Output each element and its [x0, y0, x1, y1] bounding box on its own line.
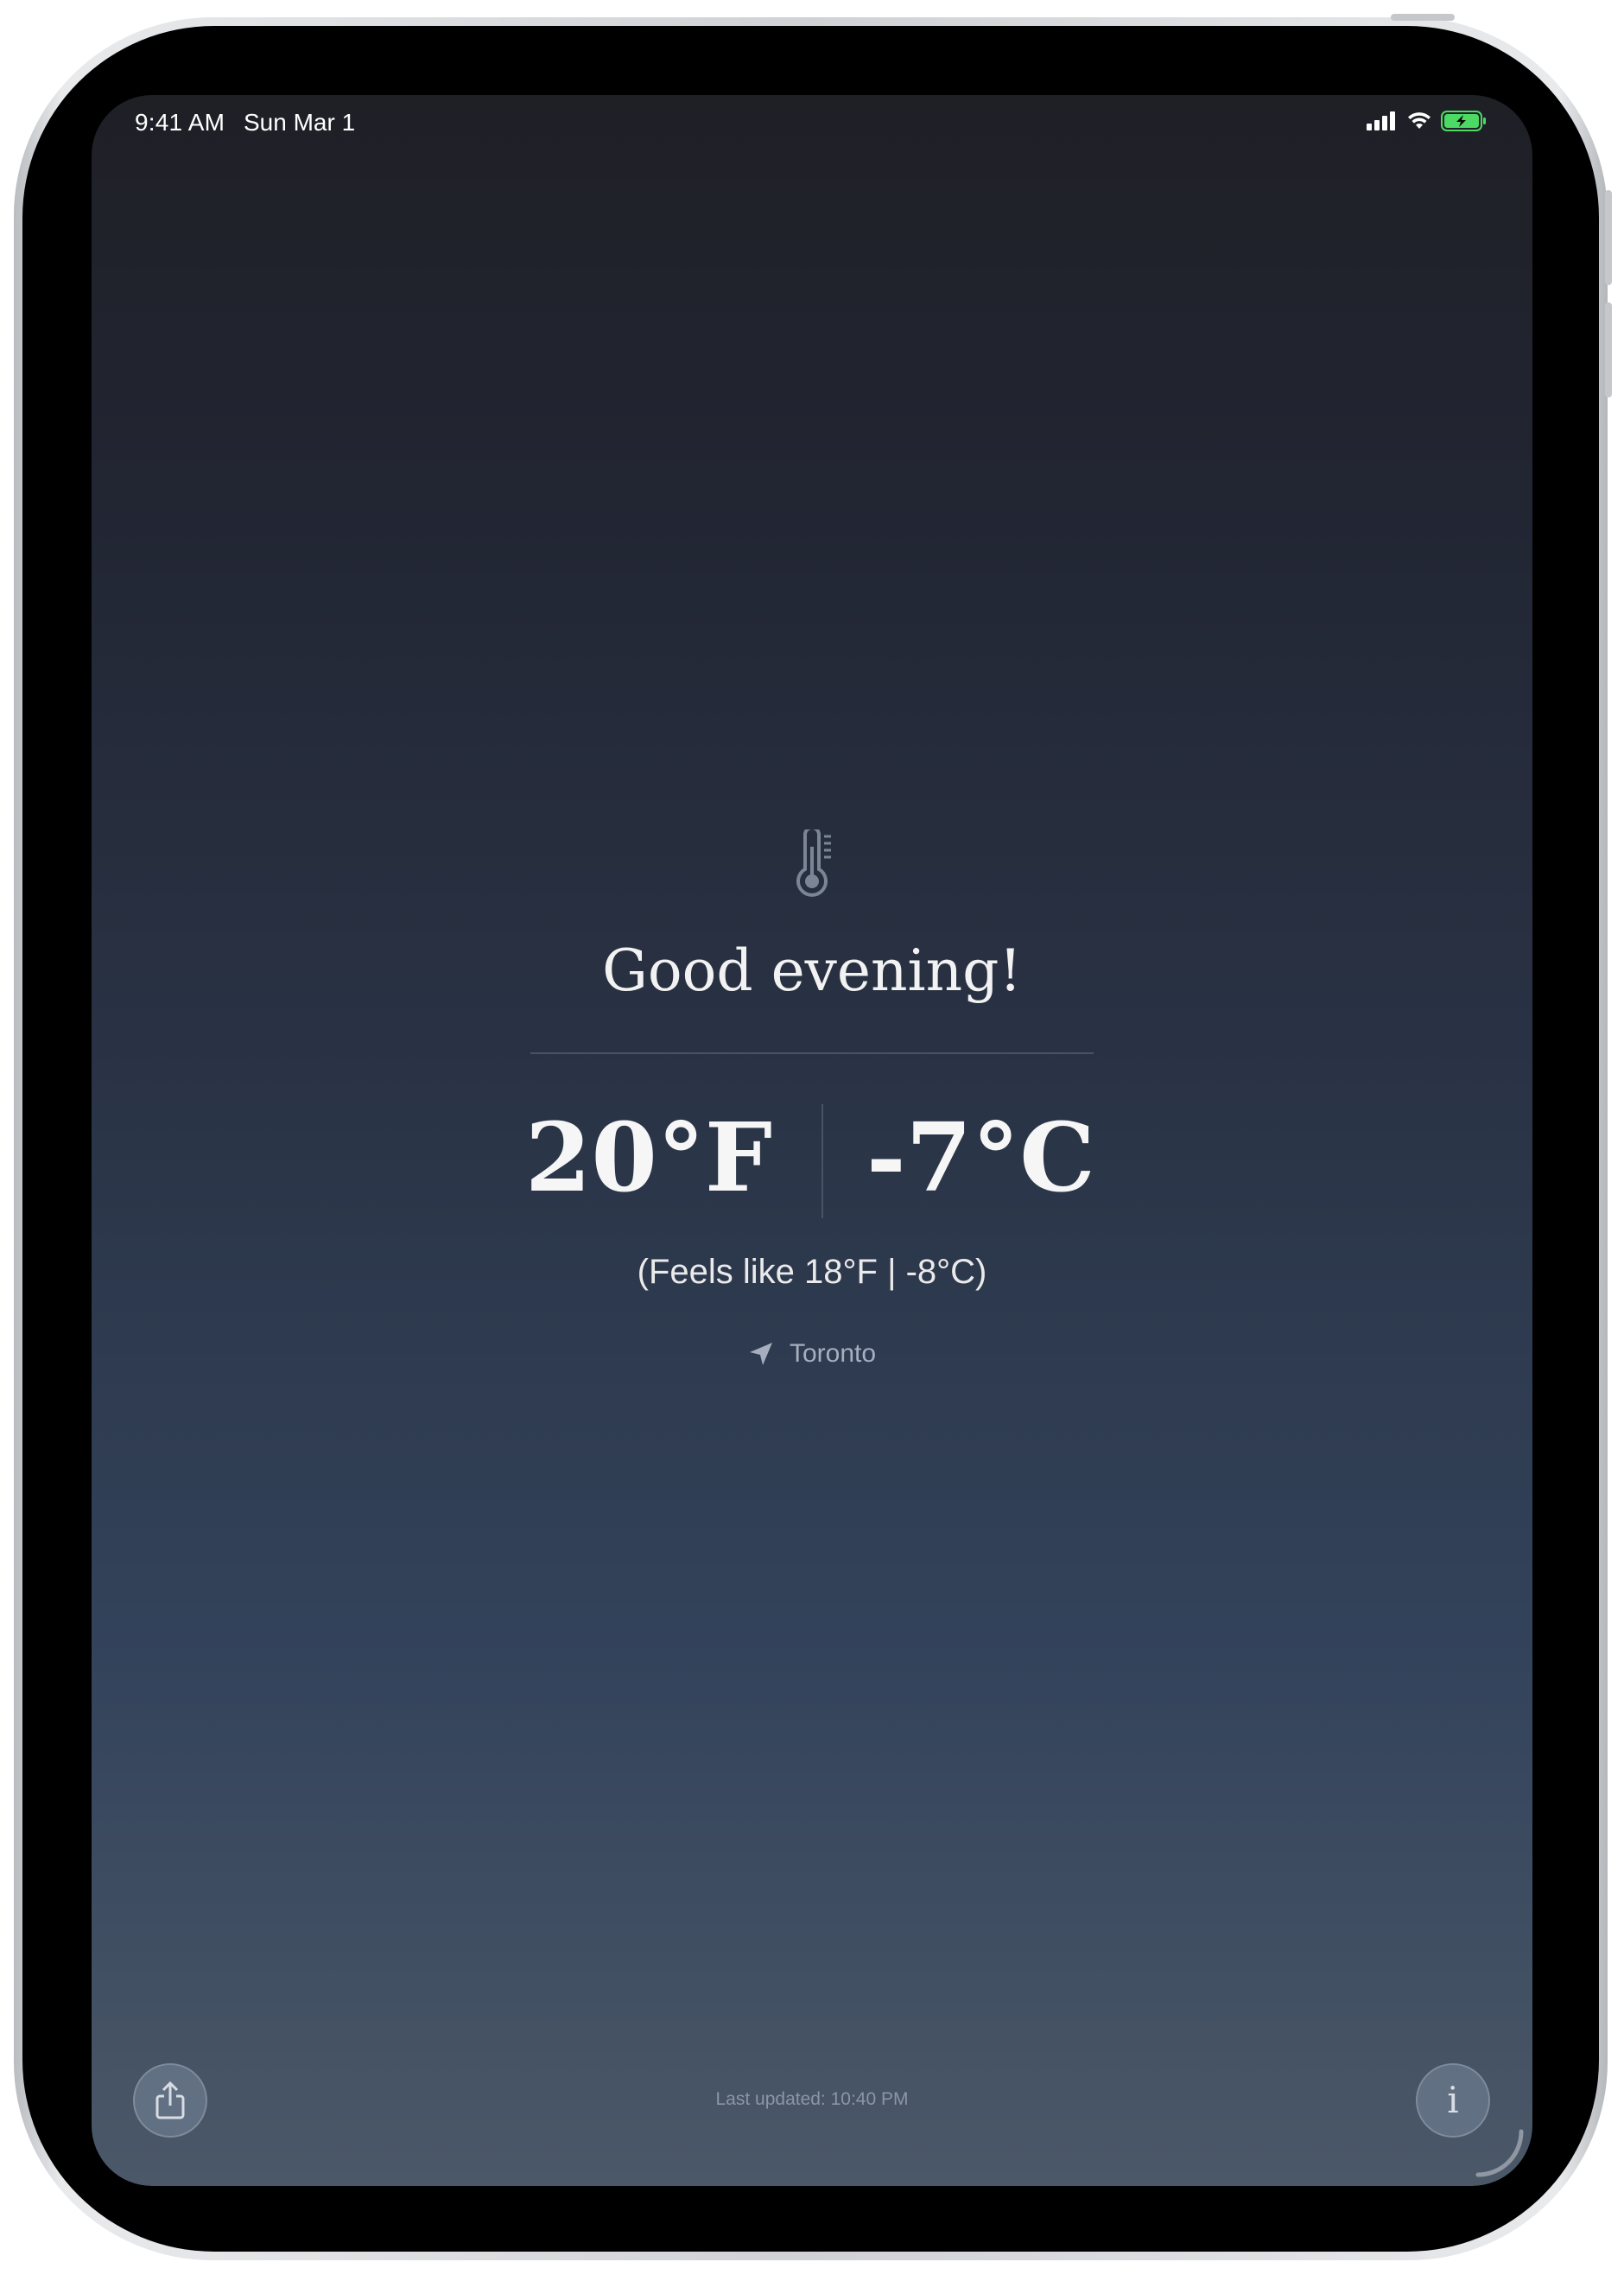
top-button	[1391, 14, 1455, 21]
wifi-icon	[1408, 112, 1431, 129]
volume-up-button	[1605, 190, 1612, 285]
temperature-fahrenheit: 20°F	[524, 1102, 772, 1213]
feels-like-text: (Feels like 18°F | -8°C)	[637, 1253, 987, 1291]
status-bar: 9:41 AM Sun Mar 1	[92, 95, 1532, 157]
status-time: 9:41 AM	[135, 109, 225, 136]
location-name: Toronto	[789, 1339, 877, 1368]
app-screen: 9:41 AM Sun Mar 1 Good evening! 20°F -7°…	[92, 95, 1532, 2186]
info-icon: i	[1447, 2079, 1459, 2121]
screen-corner-indicator	[1475, 2129, 1524, 2177]
temperature-separator	[822, 1104, 823, 1218]
greeting-title: Good evening!	[602, 937, 1022, 1004]
status-date: Sun Mar 1	[244, 109, 356, 136]
greeting-divider	[530, 1052, 1094, 1054]
temperature-row: 20°F -7°C	[92, 1097, 1532, 1218]
temperature-celsius: -7°C	[866, 1102, 1095, 1213]
cellular-signal-icon	[1367, 111, 1395, 130]
location-row[interactable]: Toronto	[92, 1339, 1532, 1369]
status-icons	[1367, 111, 1488, 131]
last-updated-text: Last updated: 10:40 PM	[715, 2089, 909, 2109]
volume-down-button	[1605, 302, 1612, 397]
battery-charging-icon	[1441, 111, 1486, 131]
location-arrow-icon	[749, 1343, 772, 1365]
thermometer-icon	[796, 829, 831, 897]
